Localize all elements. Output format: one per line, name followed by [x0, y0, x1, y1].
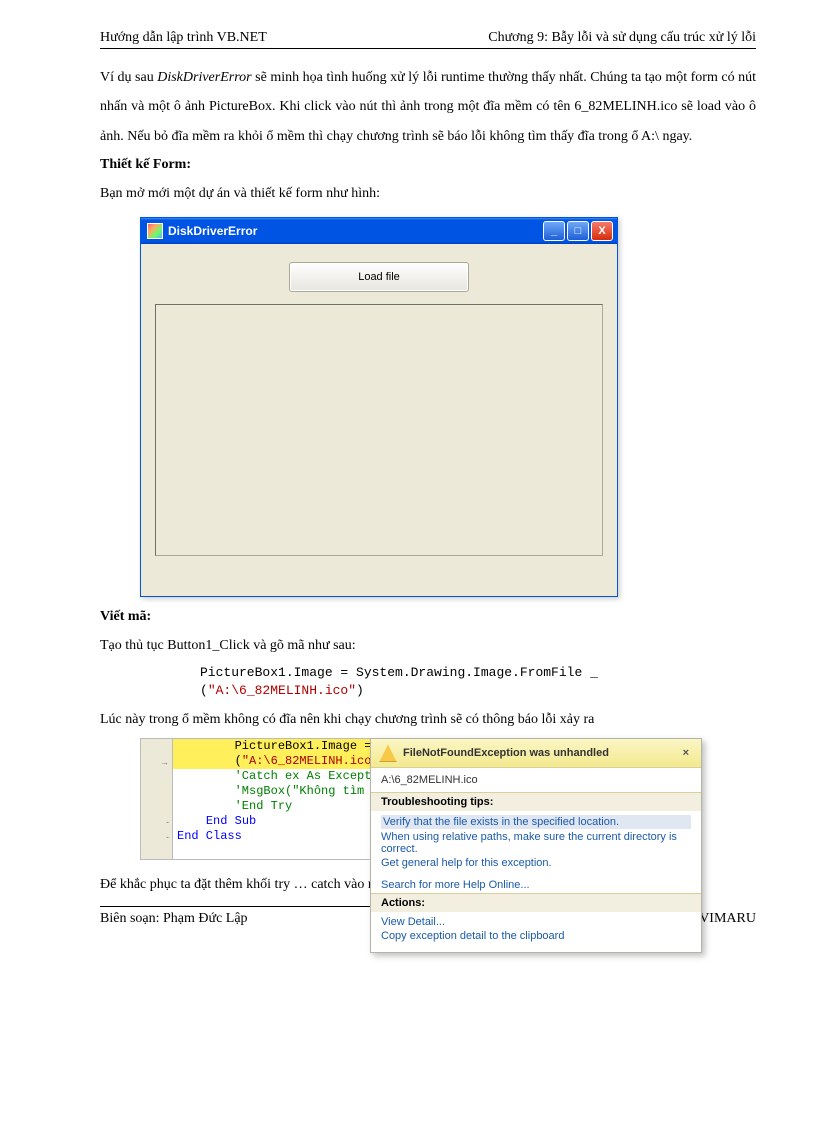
form-body: Load file — [141, 244, 617, 596]
tip-link-3[interactable]: Get general help for this exception. — [381, 857, 691, 869]
minimize-button[interactable]: _ — [543, 221, 565, 241]
picture-box — [155, 304, 603, 556]
para1-prefix: Ví dụ sau — [100, 70, 157, 85]
gutter — [141, 799, 173, 814]
code-line-2-str: "A:\6_82MELINH.ico" — [208, 683, 356, 698]
header-left: Hướng dẫn lập trình VB.NET — [100, 30, 267, 46]
action-copy-detail[interactable]: Copy exception detail to the clipboard — [381, 930, 691, 942]
tips-heading: Troubleshooting tips: — [371, 792, 701, 811]
gutter: - — [141, 814, 173, 829]
paragraph-4: Lúc này trong ổ mềm không có đĩa nên khi… — [100, 705, 756, 734]
gutter — [141, 769, 173, 784]
exception-popup: FileNotFoundException was unhandled × A:… — [370, 738, 702, 953]
gutter — [141, 844, 173, 859]
paragraph-1: Ví dụ sau DiskDriverError sẽ minh họa tì… — [100, 63, 756, 151]
header-right: Chương 9: Bẫy lỗi và sử dụng cấu trúc xử… — [488, 30, 756, 46]
action-view-detail[interactable]: View Detail... — [381, 916, 691, 928]
titlebar[interactable]: DiskDriverError _ □ X — [141, 218, 617, 244]
warning-icon — [379, 744, 397, 762]
app-icon — [147, 223, 163, 239]
code-line-1: PictureBox1.Image = System.Drawing.Image… — [200, 665, 598, 680]
paragraph-2: Bạn mở mới một dự án và thiết kế form nh… — [100, 179, 756, 208]
code-line-2-close: ) — [356, 683, 364, 698]
footer-left: Biên soạn: Phạm Đức Lập — [100, 911, 248, 927]
actions-heading: Actions: — [371, 893, 701, 912]
winform: DiskDriverError _ □ X Load file — [140, 217, 618, 597]
load-file-button[interactable]: Load file — [289, 262, 469, 292]
exception-path: A:\6_82MELINH.ico — [381, 774, 691, 786]
gutter: - — [141, 829, 173, 844]
code-line-2-open: ( — [200, 683, 208, 698]
code-block: PictureBox1.Image = System.Drawing.Image… — [200, 664, 756, 699]
exception-close-button[interactable]: × — [679, 747, 693, 759]
search-help-link[interactable]: Search for more Help Online... — [381, 879, 691, 891]
tip-link-2[interactable]: When using relative paths, make sure the… — [381, 831, 691, 855]
heading-design-form: Thiết kế Form: — [100, 157, 756, 173]
gutter — [141, 784, 173, 799]
gutter: → — [141, 754, 173, 769]
heading-write-code: Viết mã: — [100, 609, 756, 625]
window-title: DiskDriverError — [168, 224, 543, 238]
close-button[interactable]: X — [591, 221, 613, 241]
maximize-button[interactable]: □ — [567, 221, 589, 241]
exception-title: FileNotFoundException was unhandled — [403, 747, 679, 759]
para1-italic: DiskDriverError — [157, 70, 251, 85]
gutter — [141, 739, 173, 754]
paragraph-3: Tạo thủ tục Button1_Click và gõ mã như s… — [100, 631, 756, 660]
tip-link-1[interactable]: Verify that the file exists in the speci… — [381, 815, 691, 829]
header-rule — [100, 48, 756, 49]
